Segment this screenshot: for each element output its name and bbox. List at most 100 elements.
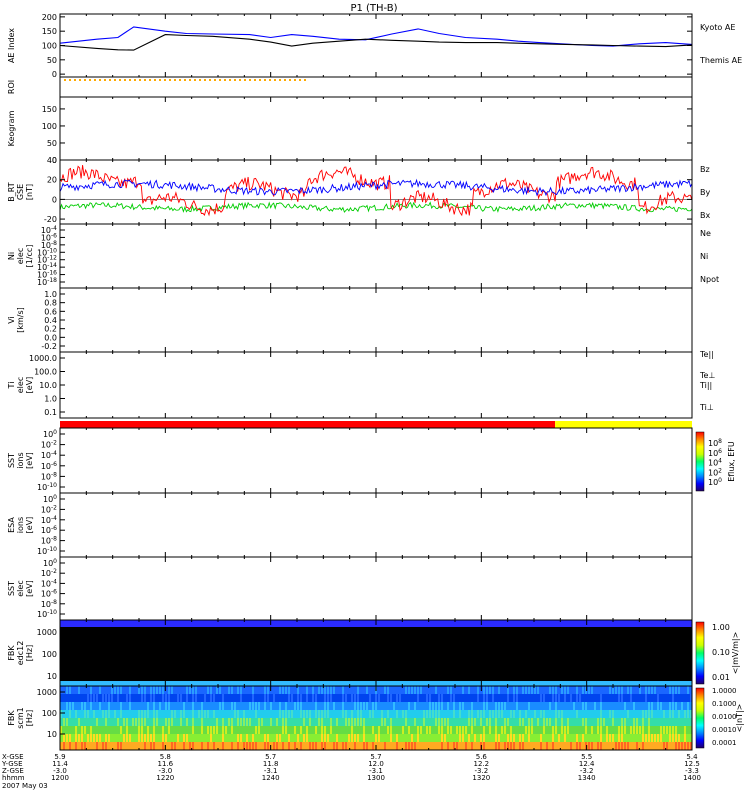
fbk-b-cell: [387, 694, 389, 703]
fbk-b-cell: [240, 694, 242, 703]
fbk-b-cell: [498, 734, 500, 743]
fbk-b-cell: [387, 686, 389, 695]
fbk-b-cell: [279, 710, 281, 719]
colorbar-eflux: [695, 431, 705, 492]
fbk-b-cell: [306, 734, 308, 743]
fbk-b-cell: [282, 686, 284, 695]
roi-marker: [144, 79, 146, 81]
fbk-b-cell: [528, 726, 530, 735]
fbk-b-cell: [495, 702, 497, 711]
fbk-b-cell: [357, 694, 359, 703]
roi-marker: [79, 79, 81, 81]
fbk-b-cell: [372, 742, 374, 751]
fbk-b-cell: [318, 710, 320, 719]
fbk-b-cell: [504, 702, 506, 711]
fbk-b-cell: [342, 686, 344, 695]
fbk-b-cell: [669, 710, 671, 719]
fbk-b-cell: [237, 734, 239, 743]
fbk-b-cell: [447, 718, 449, 727]
fbk-b-cell: [192, 710, 194, 719]
roi-marker: [189, 79, 191, 81]
roi-marker: [129, 79, 131, 81]
roi-marker: [109, 79, 111, 81]
ytick-label-esa: 10-2: [41, 504, 57, 514]
mode-bar-segment-1: [555, 421, 692, 428]
roi-marker: [74, 79, 76, 81]
fbk-b-cell: [237, 686, 239, 695]
fbk-b-cell: [168, 718, 170, 727]
fbk-b-cell: [180, 694, 182, 703]
fbk-b-cell: [336, 718, 338, 727]
roi-marker: [194, 79, 196, 81]
roi-marker: [169, 79, 171, 81]
fbk-b-cell: [372, 702, 374, 711]
fbk-b-cell: [612, 710, 614, 719]
fbk-b-cell: [666, 726, 668, 735]
fbk-b-cell: [192, 726, 194, 735]
fbk-b-cell: [495, 726, 497, 735]
fbk-b-cell: [552, 726, 554, 735]
fbk-b-cell: [348, 734, 350, 743]
fbk-b-cell: [435, 718, 437, 727]
fbk-b-cell: [516, 694, 518, 703]
fbk-b-cell: [282, 710, 284, 719]
fbk-b-cell: [390, 718, 392, 727]
fbk-b-cell: [93, 734, 95, 743]
fbk-b-cell: [270, 702, 272, 711]
fbk-b-cell: [183, 702, 185, 711]
fbk-b-cell: [495, 718, 497, 727]
fbk-b-cell: [174, 742, 176, 751]
fbk-b-cell: [321, 734, 323, 743]
fbk-b-cell: [507, 718, 509, 727]
fbk-b-cell: [237, 718, 239, 727]
fbk-b-cell: [318, 686, 320, 695]
fbk-b-cell: [321, 742, 323, 751]
roi-marker: [204, 79, 206, 81]
fbk-b-cell: [216, 726, 218, 735]
fbk-b-cell: [204, 710, 206, 719]
fbk-b-cell: [153, 694, 155, 703]
fbk-b-cell: [645, 694, 647, 703]
fbk-b-cell: [213, 742, 215, 751]
fbk-b-cell: [240, 686, 242, 695]
fbk-b-cell: [432, 702, 434, 711]
fbk-b-cell: [342, 710, 344, 719]
fbk-b-cell: [621, 726, 623, 735]
fbk-b-cell: [186, 686, 188, 695]
fbk-b-cell: [141, 694, 143, 703]
fbk-b-cell: [315, 742, 317, 751]
ylabel-ti: Ti: [7, 382, 16, 390]
fbk-b-cell: [372, 710, 374, 719]
fbk-b-cell: [90, 726, 92, 735]
roi-marker: [69, 79, 71, 81]
fbk-b-cell: [78, 686, 80, 695]
fbk-b-cell: [315, 710, 317, 719]
ytick-label-ni: 10-18: [37, 277, 57, 287]
colorbar-label-fbk-b: <|nT|>: [735, 704, 744, 733]
fbk-b-cell: [102, 742, 104, 751]
fbk-b-cell: [561, 686, 563, 695]
b-trace-by: [59, 201, 693, 213]
fbk-b-cell: [414, 718, 416, 727]
fbk-b-cell: [522, 742, 524, 751]
fbk-b-cell: [489, 718, 491, 727]
fbk-b-cell: [165, 694, 167, 703]
fbk-b-cell: [471, 718, 473, 727]
fbk-b-cell: [486, 702, 488, 711]
fbk-b-cell: [612, 718, 614, 727]
fbk-b-cell: [213, 710, 215, 719]
fbk-b-cell: [504, 742, 506, 751]
fbk-b-cell: [441, 726, 443, 735]
ylabel-fbk_e: edc12: [16, 641, 25, 666]
ytick-label-b: 40: [47, 156, 57, 165]
ytick-label-sst_i: 100: [43, 429, 57, 439]
fbk-b-cell: [309, 742, 311, 751]
fbk-b-cell: [288, 694, 290, 703]
fbk-b-cell: [354, 718, 356, 727]
fbk-b-cell: [555, 694, 557, 703]
fbk-b-cell: [324, 694, 326, 703]
fbk-b-cell: [312, 742, 314, 751]
fbk-b-cell: [96, 742, 98, 751]
fbk-b-cell: [585, 726, 587, 735]
fbk-b-cell: [438, 694, 440, 703]
